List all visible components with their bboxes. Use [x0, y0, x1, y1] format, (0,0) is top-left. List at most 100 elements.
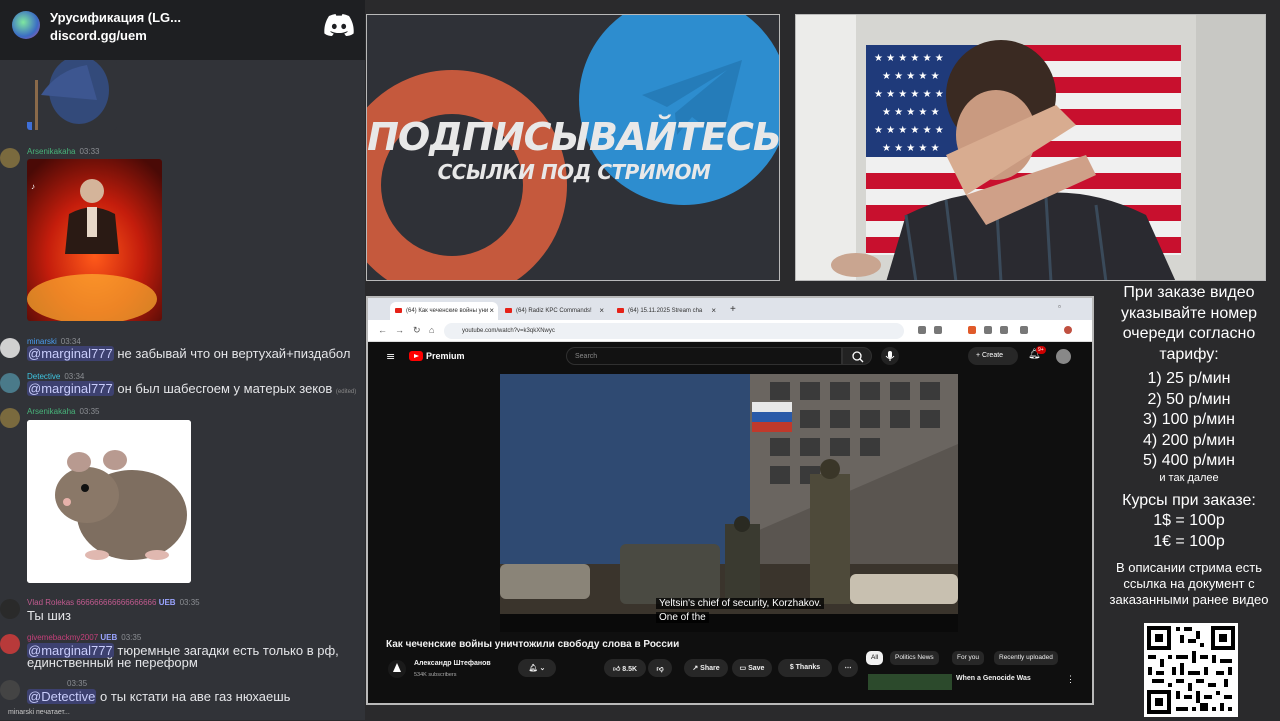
user-avatar[interactable] [0, 373, 20, 393]
search-input[interactable]: Search [566, 347, 842, 365]
extension-icon[interactable] [968, 326, 976, 334]
channel-avatar[interactable] [388, 660, 406, 678]
browser-tab[interactable]: (64) 15.11.2025 Stream cha × [612, 302, 720, 320]
chip-recently-uploaded[interactable]: Recently uploaded [994, 651, 1058, 665]
extension-icon[interactable] [934, 326, 942, 334]
search-button[interactable] [842, 347, 872, 365]
rate-item: 2) 50 р/мин [1147, 390, 1231, 408]
notification-count-badge: 9+ [1036, 346, 1046, 354]
username[interactable]: minarski 03:34 [27, 337, 81, 346]
youtube-logo-icon[interactable] [409, 351, 423, 361]
user-mention[interactable]: @Detective [27, 689, 97, 704]
svg-text:★ ★ ★ ★ ★: ★ ★ ★ ★ ★ [882, 71, 940, 82]
tab-title: (64) Radiz KPC Commands! [516, 308, 592, 314]
voice-search-button[interactable] [881, 347, 899, 365]
svg-text:★ ★ ★ ★ ★ ★: ★ ★ ★ ★ ★ ★ [874, 53, 944, 64]
server-invite-link[interactable]: discord.gg/uem [50, 28, 147, 43]
extension-icon[interactable] [1020, 326, 1028, 334]
svg-text:★ ★ ★ ★ ★ ★: ★ ★ ★ ★ ★ ★ [874, 125, 944, 136]
close-tab-icon[interactable]: × [711, 306, 716, 315]
youtube-favicon-icon [505, 308, 512, 313]
banner-subtitle: ССЫЛКИ ПОД СТРИМОМ [437, 160, 711, 184]
close-tab-icon[interactable]: × [599, 306, 604, 315]
username[interactable]: Vlad Rolekas 666666666666666666 UEB 03:35 [27, 598, 200, 607]
new-tab-icon[interactable]: + [730, 304, 736, 315]
create-button[interactable]: + Create [968, 347, 1018, 365]
chip-politics-news[interactable]: Politics News [890, 651, 939, 665]
browser-window: (64) Как чеченские войны уни × (64) Radi… [366, 296, 1094, 705]
back-icon[interactable]: ← [378, 325, 387, 335]
user-avatar[interactable] [0, 148, 20, 168]
url-input[interactable]: youtube.com/watch?v=k3qkXNwyc [444, 323, 904, 339]
subscribed-bell-button[interactable]: 🔔︎ ⌄ [518, 659, 556, 677]
chat-image-oldman[interactable] [27, 60, 117, 130]
server-name: Урусификация (LG... [50, 10, 181, 25]
recommended-video-title[interactable]: When a Genocide Was [956, 675, 1031, 682]
username[interactable]: Detective 03:34 [27, 372, 84, 381]
channel-logo-icon [393, 663, 401, 672]
recommended-video-thumbnail[interactable] [868, 674, 952, 690]
close-tab-icon[interactable]: × [489, 306, 494, 315]
like-button[interactable]: 👍︎ 8.5K [604, 659, 646, 677]
extension-icon[interactable] [918, 326, 926, 334]
save-button[interactable]: ▭ Save [732, 659, 772, 677]
extension-icon[interactable] [1000, 326, 1008, 334]
svg-text:★ ★ ★ ★ ★ ★: ★ ★ ★ ★ ★ ★ [874, 89, 944, 100]
message-text: @marginal777 не забывай что он вертухай+… [27, 346, 351, 361]
account-avatar[interactable] [1056, 349, 1071, 364]
user-avatar[interactable] [0, 408, 20, 428]
profile-icon[interactable] [1064, 326, 1072, 334]
chat-image-rat[interactable] [27, 420, 191, 583]
description-note: В описании стрима есть ссылка на докумен… [1109, 560, 1269, 607]
share-label: Share [700, 665, 720, 672]
dislike-button[interactable]: 👎︎ [648, 659, 672, 677]
youtube-favicon-icon [617, 308, 624, 313]
username[interactable]: 03:35 [27, 679, 87, 688]
browser-tab-bar: (64) Как чеченские войны уни × (64) Radi… [368, 298, 1092, 320]
video-title: Как чеченские войны уничтожили свободу с… [386, 639, 680, 650]
server-icon[interactable] [12, 11, 40, 39]
discord-widget-header: Урусификация (LG... discord.gg/uem [0, 0, 365, 60]
user-avatar[interactable] [0, 599, 20, 619]
browser-tab[interactable]: (64) Как чеченские войны уни × [390, 302, 498, 320]
url-text: youtube.com/watch?v=k3qkXNwyc [462, 328, 555, 334]
subtitle-line: Yeltsin's chief of security, Korzhakov. [656, 598, 825, 609]
username[interactable]: Arsenikakaha 03:33 [27, 147, 100, 156]
home-icon[interactable]: ⌂ [429, 325, 434, 335]
video-player[interactable]: Yeltsin's chief of security, Korzhakov. … [500, 374, 958, 632]
svg-text:★ ★ ★ ★ ★: ★ ★ ★ ★ ★ [882, 143, 940, 154]
forward-icon[interactable]: → [395, 325, 404, 335]
qr-code[interactable] [1144, 623, 1238, 717]
menu-icon[interactable]: ≡ [386, 350, 395, 363]
user-mention[interactable]: @marginal777 [27, 381, 114, 396]
chat-image-tiktok[interactable]: ♪ [27, 159, 162, 321]
user-avatar[interactable] [0, 634, 20, 654]
youtube-favicon-icon [395, 308, 402, 313]
browser-tab[interactable]: (64) Radiz KPC Commands! × [500, 302, 608, 320]
chip-for-you[interactable]: For you [952, 651, 985, 665]
user-avatar[interactable] [0, 338, 20, 358]
thanks-button[interactable]: $ Thanks [778, 659, 832, 677]
svg-text:★ ★ ★ ★ ★: ★ ★ ★ ★ ★ [882, 107, 940, 118]
discord-chat-panel: Урусификация (LG... discord.gg/uem Arsen… [0, 0, 365, 720]
subtitle-line: One of the [656, 612, 709, 623]
course-item: 1$ = 100р [1153, 512, 1225, 529]
subscribe-banner: ПОДПИСЫВАЙТЕСЬ ССЫЛКИ ПОД СТРИМОМ [366, 14, 780, 281]
user-mention[interactable]: @marginal777 [27, 346, 114, 361]
username[interactable]: givemebackmy2007 UEB 03:35 [27, 633, 141, 642]
youtube-premium-label: Premium [426, 351, 465, 361]
more-options-icon[interactable]: ⋮ [1066, 674, 1075, 685]
extension-icon[interactable] [984, 326, 992, 334]
microphone-icon [885, 351, 895, 361]
user-avatar[interactable] [0, 680, 20, 700]
minimize-icon[interactable]: ▫ [1058, 302, 1061, 311]
message-text: @Detective о ты кстати на аве газ нюхаеш… [27, 689, 291, 704]
reload-icon[interactable]: ↻ [413, 325, 421, 336]
more-actions-button[interactable]: ⋯ [838, 659, 858, 677]
channel-name[interactable]: Александр Штефанов [414, 660, 491, 667]
username[interactable]: Arsenikakaha 03:35 [27, 407, 100, 416]
chip-all[interactable]: All [866, 651, 884, 665]
rate-item: 5) 400 р/мин [1143, 452, 1235, 469]
share-button[interactable]: ↗ Share [684, 659, 728, 677]
courses-title: Курсы при заказе: [1122, 491, 1256, 509]
